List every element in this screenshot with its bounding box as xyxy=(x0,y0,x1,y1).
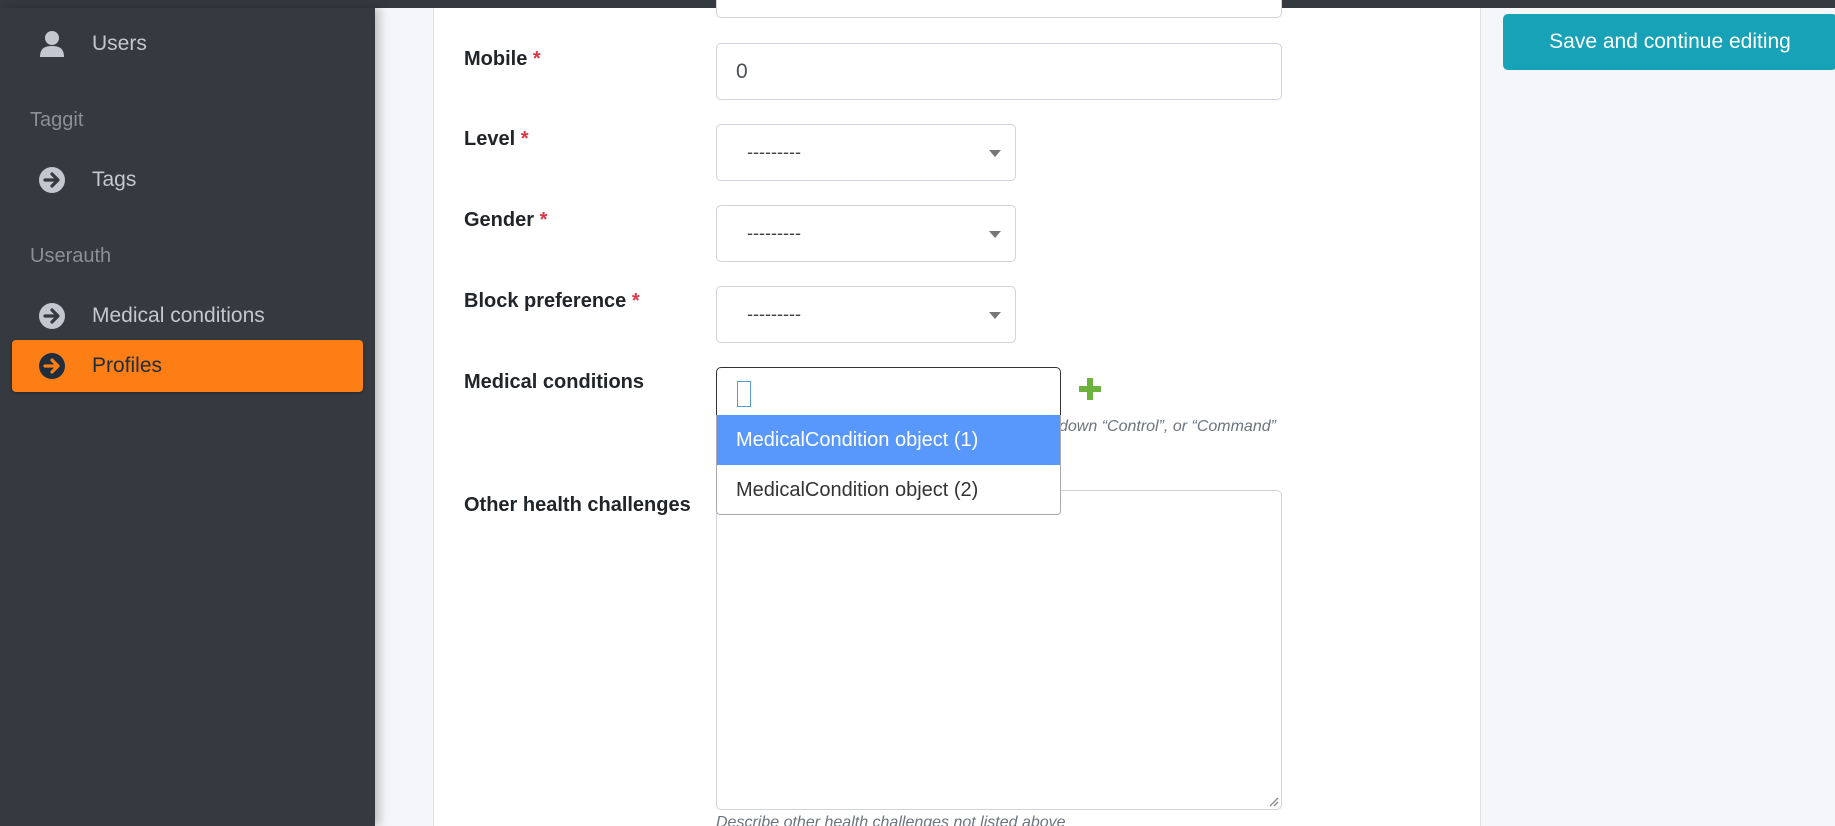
level-select[interactable]: --------- xyxy=(716,124,1016,181)
previous-field-input[interactable] xyxy=(716,0,1282,18)
save-and-continue-button[interactable]: Save and continue editing xyxy=(1503,14,1835,70)
medical-conditions-search-input[interactable] xyxy=(716,367,1061,416)
mobile-input[interactable]: 0 xyxy=(716,43,1282,100)
sidebar-section-taggit: Taggit xyxy=(30,109,84,131)
sidebar-item-label: Profiles xyxy=(92,354,163,377)
required-mark: * xyxy=(631,290,640,312)
arrow-circle-right-icon xyxy=(38,166,66,194)
block-preference-select[interactable]: --------- xyxy=(716,286,1016,343)
other-health-challenges-label: Other health challenges xyxy=(464,494,691,516)
gender-label: Gender * xyxy=(464,209,547,232)
block-preference-label: Block preference * xyxy=(464,290,640,313)
required-mark: * xyxy=(520,128,529,150)
mobile-input-value: 0 xyxy=(736,59,748,83)
gender-label-text: Gender xyxy=(464,209,535,231)
mobile-label-text: Mobile xyxy=(464,48,528,70)
sidebar-item-medical-conditions[interactable]: Medical conditions xyxy=(12,290,363,342)
sidebar-item-label: Users xyxy=(92,32,147,55)
medical-conditions-help-text: down “Control”, or “Command” xyxy=(1059,418,1276,435)
chevron-down-icon xyxy=(989,231,1001,238)
sidebar-item-users[interactable]: Users xyxy=(12,18,363,70)
dropdown-option[interactable]: MedicalCondition object (1) xyxy=(717,415,1060,465)
arrow-circle-right-icon xyxy=(38,302,66,330)
sidebar-item-label: Medical conditions xyxy=(92,304,265,327)
required-mark: * xyxy=(532,48,541,70)
chevron-down-icon xyxy=(989,150,1001,157)
level-label-text: Level xyxy=(464,128,516,150)
medical-conditions-label: Medical conditions xyxy=(464,371,645,393)
medical-conditions-dropdown: MedicalCondition object (1) MedicalCondi… xyxy=(716,415,1061,515)
gender-select-value: --------- xyxy=(747,223,801,243)
gender-select[interactable]: --------- xyxy=(716,205,1016,262)
chevron-down-icon xyxy=(989,312,1001,319)
block-preference-label-text: Block preference xyxy=(464,290,627,312)
sidebar-section-userauth: Userauth xyxy=(30,245,112,267)
sidebar-item-label: Tags xyxy=(92,168,137,191)
user-icon xyxy=(38,30,66,58)
sidebar-item-tags[interactable]: Tags xyxy=(12,154,363,206)
sidebar: Users Taggit Tags Userauth Medical condi… xyxy=(0,8,375,826)
mobile-label: Mobile * xyxy=(464,48,541,71)
sidebar-item-profiles[interactable]: Profiles xyxy=(12,340,363,392)
level-label: Level * xyxy=(464,128,529,151)
text-cursor xyxy=(737,381,751,407)
block-preference-select-value: --------- xyxy=(747,304,801,324)
required-mark: * xyxy=(539,209,548,231)
level-select-value: --------- xyxy=(747,142,801,162)
add-icon[interactable] xyxy=(1077,376,1103,402)
resize-grip-icon[interactable] xyxy=(1267,795,1279,807)
other-health-challenges-help-text: Describe other health challenges not lis… xyxy=(716,814,1066,826)
dropdown-option[interactable]: MedicalCondition object (2) xyxy=(717,465,1060,515)
other-health-challenges-textarea[interactable] xyxy=(716,490,1282,810)
arrow-circle-right-icon xyxy=(38,352,66,380)
